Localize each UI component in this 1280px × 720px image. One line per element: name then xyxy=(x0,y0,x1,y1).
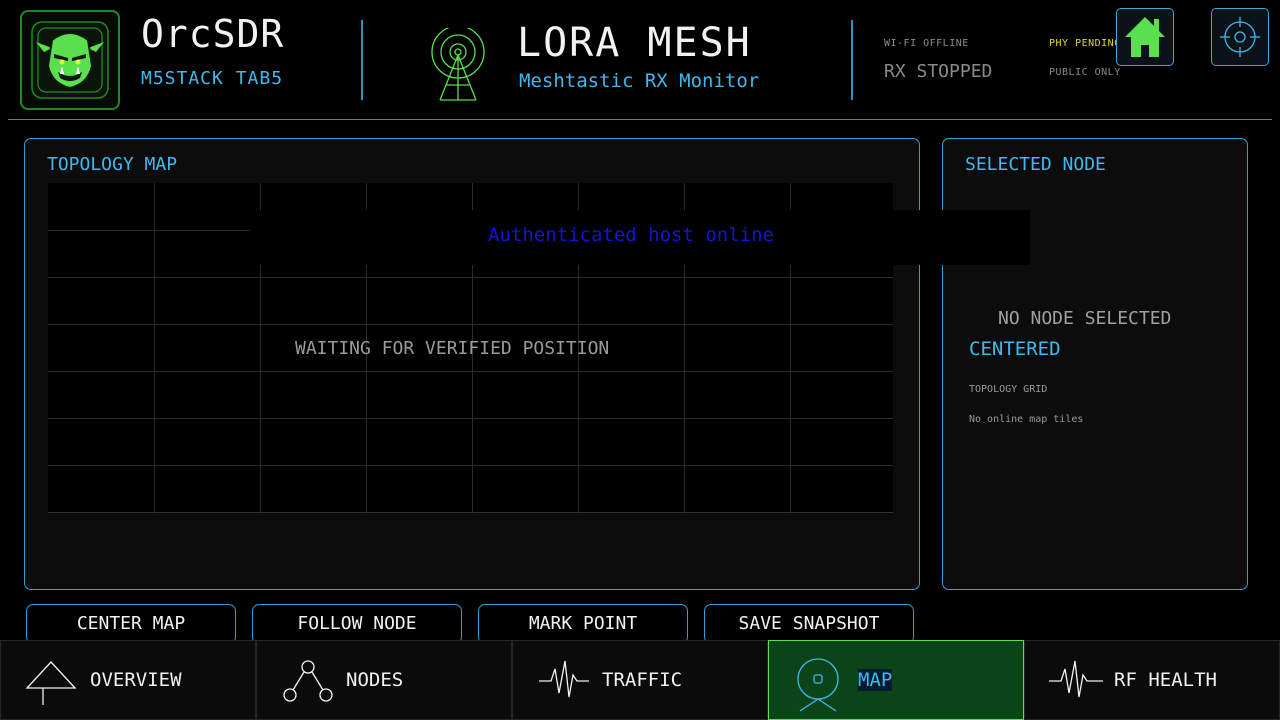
toast-notification: Authenticated host online xyxy=(250,210,1030,265)
locate-button[interactable] xyxy=(1211,8,1269,66)
follow-node-button[interactable]: FOLLOW NODE xyxy=(252,604,462,644)
phy-status: PHY PENDING xyxy=(1049,38,1121,49)
selected-node-panel xyxy=(942,138,1248,590)
tab-label: OVERVIEW xyxy=(90,669,182,691)
node-panel-title: SELECTED NODE xyxy=(965,154,1106,175)
overview-icon xyxy=(25,661,77,705)
map-waiting-message: WAITING FOR VERIFIED POSITION xyxy=(295,338,610,359)
tab-map[interactable]: MAP xyxy=(768,640,1024,720)
waveform-icon xyxy=(539,660,589,698)
grid-line xyxy=(48,418,893,419)
no-node-message: NO NODE SELECTED xyxy=(998,308,1172,329)
tab-overview[interactable]: OVERVIEW xyxy=(0,640,256,720)
toast-message: Authenticated host online xyxy=(488,224,774,246)
grid-line xyxy=(48,277,893,278)
grid-line xyxy=(48,371,893,372)
grid-line xyxy=(48,324,893,325)
waveform-icon xyxy=(1049,660,1103,698)
map-mode-label: CENTERED xyxy=(969,338,1061,360)
grid-line xyxy=(48,465,893,466)
app-subtitle: M5STACK TAB5 xyxy=(141,68,284,89)
home-icon xyxy=(1125,17,1165,57)
header-divider xyxy=(851,20,853,100)
app-logo xyxy=(20,10,120,110)
access-status: PUBLIC ONLY xyxy=(1049,67,1121,78)
rx-status: RX STOPPED xyxy=(884,61,993,82)
wifi-status: WI-FI OFFLINE xyxy=(884,38,969,49)
tab-label: NODES xyxy=(346,669,404,691)
tab-traffic[interactable]: TRAFFIC xyxy=(512,640,768,720)
header-divider xyxy=(361,20,363,100)
nodes-icon xyxy=(283,660,333,702)
tab-label: RF HEALTH xyxy=(1114,669,1217,691)
module-title: LORA MESH xyxy=(517,20,752,66)
radio-tower-icon xyxy=(431,28,485,101)
app-title: OrcSDR xyxy=(141,12,285,56)
crosshair-icon xyxy=(1220,17,1260,57)
tiles-note: No online map tiles xyxy=(969,414,1084,425)
map-type-label: TOPOLOGY GRID xyxy=(969,384,1048,395)
center-map-button[interactable]: CENTER MAP xyxy=(26,604,236,644)
header-separator xyxy=(8,119,1272,120)
tab-nodes[interactable]: NODES xyxy=(256,640,512,720)
mark-point-button[interactable]: MARK POINT xyxy=(478,604,688,644)
map-pin-icon xyxy=(797,658,839,712)
grid-line xyxy=(154,183,155,513)
home-button[interactable] xyxy=(1116,8,1174,66)
orc-logo-icon xyxy=(31,21,109,99)
save-snapshot-button[interactable]: SAVE SNAPSHOT xyxy=(704,604,914,644)
tab-label: TRAFFIC xyxy=(602,669,683,691)
map-panel-title: TOPOLOGY MAP xyxy=(47,154,178,175)
tab-rf-health[interactable]: RF HEALTH xyxy=(1024,640,1280,720)
module-subtitle: Meshtastic RX Monitor xyxy=(519,70,760,92)
tab-label: MAP xyxy=(858,669,893,691)
